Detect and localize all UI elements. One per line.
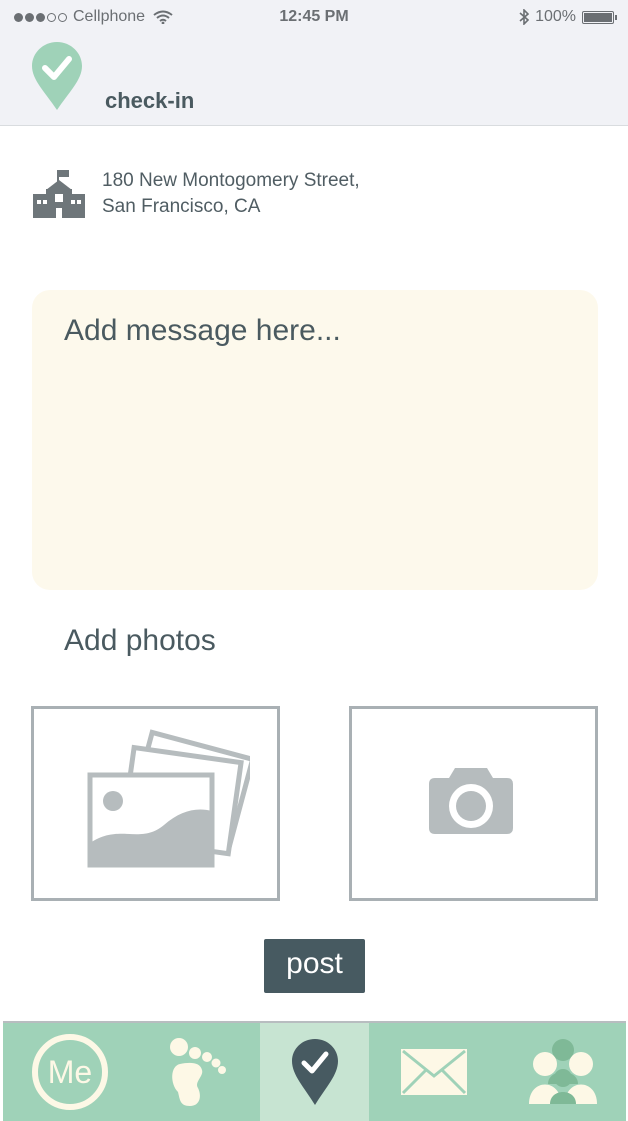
footprint-icon (169, 1038, 226, 1106)
location-info: 180 New Montogomery Street, San Francisc… (32, 168, 360, 220)
status-bar: Cellphone 12:45 PM 100% (0, 0, 628, 36)
address: 180 New Montogomery Street, San Francisc… (102, 168, 360, 220)
tab-footprints[interactable] (137, 1023, 260, 1121)
me-circle-icon: Me (32, 1034, 108, 1110)
status-right: 100% (519, 8, 617, 26)
tab-me[interactable]: Me (3, 1023, 137, 1121)
page-title: check-in (105, 88, 195, 113)
address-line-1: 180 New Montogomery Street, (102, 170, 360, 191)
add-photos-label: Add photos (64, 624, 216, 657)
battery-icon (582, 10, 617, 24)
tab-bar: Me (3, 1021, 626, 1121)
tab-messages[interactable] (369, 1023, 499, 1121)
battery-percent: 100% (535, 8, 576, 25)
post-button[interactable]: post (264, 939, 365, 993)
photo-gallery-button[interactable] (31, 706, 280, 901)
app-header: check-in (0, 36, 628, 126)
camera-button[interactable] (349, 706, 598, 901)
address-line-2: San Francisco, CA (102, 196, 261, 217)
check-pin-icon (32, 42, 82, 110)
people-icon (528, 1039, 597, 1104)
tab-people[interactable] (499, 1023, 626, 1121)
envelope-icon (401, 1049, 467, 1095)
photo-gallery-icon (87, 729, 250, 868)
message-box (32, 290, 598, 590)
school-building-icon (33, 170, 85, 218)
camera-icon (429, 768, 513, 834)
check-pin-icon (291, 1039, 338, 1105)
tab-me-label: Me (47, 1053, 93, 1090)
bluetooth-icon (519, 9, 530, 25)
tab-checkin[interactable] (260, 1023, 369, 1121)
message-input[interactable] (32, 290, 598, 590)
battery-fill (584, 12, 612, 22)
